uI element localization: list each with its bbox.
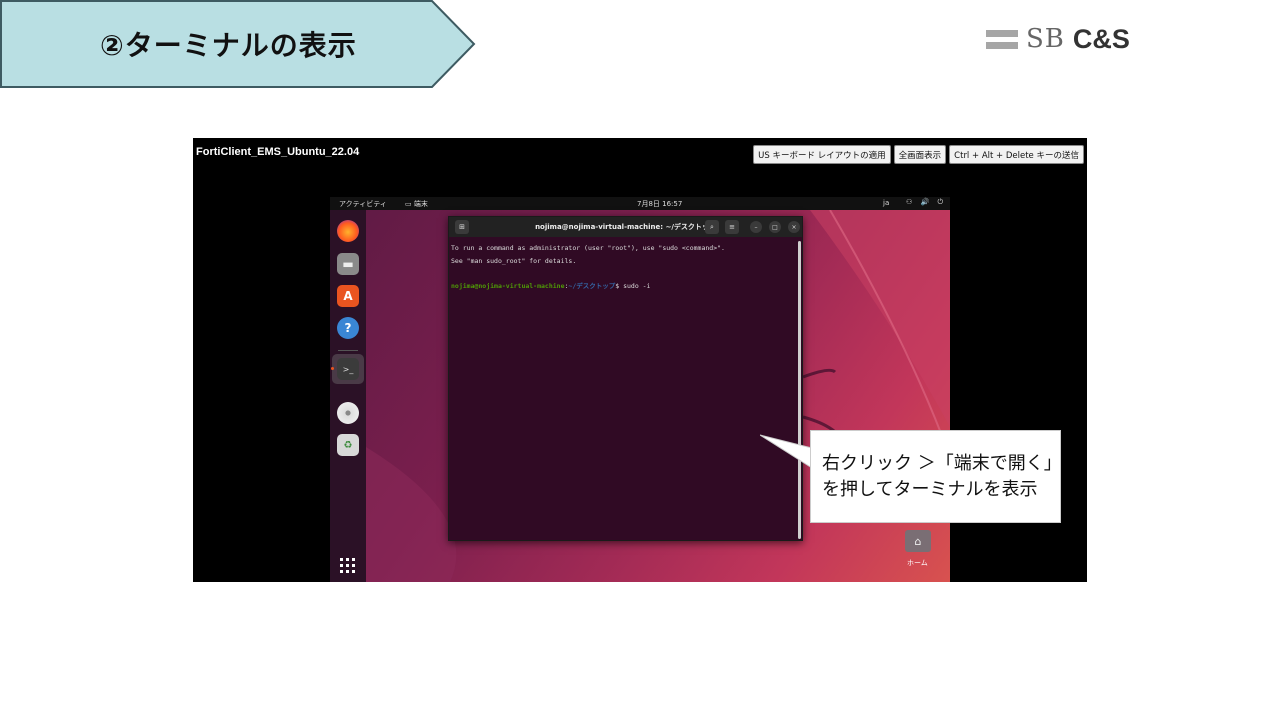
terminal-window[interactable]: ⊞ nojima@nojima-virtual-machine: ~/デスクトッ… bbox=[448, 216, 803, 541]
input-language[interactable]: ja bbox=[883, 199, 889, 207]
files-icon[interactable]: ▬ bbox=[337, 253, 359, 275]
terminal-app-label: 端末 bbox=[413, 200, 428, 208]
fullscreen-button[interactable]: 全画面表示 bbox=[893, 145, 947, 164]
terminal-prompt-line: nojima@nojima-virtual-machine:~/デスクトップ$ … bbox=[451, 280, 725, 293]
callout-line-1: 右クリック ＞「端末で開く」 bbox=[822, 453, 1062, 474]
terminal-line-1: To run a command as administrator (user … bbox=[451, 244, 725, 252]
maximize-icon[interactable]: □ bbox=[769, 221, 781, 233]
show-apps-icon[interactable] bbox=[340, 558, 355, 573]
prompt-command: $ sudo -i bbox=[615, 281, 651, 290]
ubuntu-dock: ▬ A ? >_ ♻ bbox=[330, 210, 366, 582]
search-icon[interactable]: ⌕ bbox=[705, 220, 719, 234]
help-icon[interactable]: ? bbox=[337, 317, 359, 339]
remote-title: FortiClient_EMS_Ubuntu_22.04 bbox=[196, 146, 360, 158]
logo-bars-icon bbox=[986, 29, 1018, 49]
sbcs-logo: SB C&S bbox=[986, 24, 1130, 54]
close-icon[interactable]: × bbox=[788, 221, 800, 233]
home-folder-icon[interactable]: ⌂ bbox=[905, 530, 931, 552]
ubuntu-desktop: アクティビティ ▭ 端末 7月8日 16:57 ja ⚇ 🔊 ⏻ ▬ A ? >… bbox=[330, 197, 950, 582]
slide: ②ターミナルの表示 SB C&S FortiClient_EMS_Ubuntu_… bbox=[0, 0, 1280, 720]
minimize-icon[interactable]: – bbox=[750, 221, 762, 233]
ubuntu-topbar: アクティビティ ▭ 端末 7月8日 16:57 ja ⚇ 🔊 ⏻ bbox=[330, 197, 950, 210]
callout-box: 右クリック ＞「端末で開く」 を押してターミナルを表示 bbox=[810, 430, 1062, 523]
trash-icon[interactable]: ♻ bbox=[337, 434, 359, 456]
remote-toolbar: US キーボード レイアウトの適用 全画面表示 Ctrl + Alt + Del… bbox=[753, 145, 1084, 164]
dock-separator bbox=[338, 350, 358, 351]
terminal-icon[interactable]: >_ bbox=[337, 358, 359, 380]
running-indicator bbox=[331, 367, 334, 370]
us-keyboard-layout-button[interactable]: US キーボード レイアウトの適用 bbox=[753, 145, 891, 164]
terminal-headerbar[interactable]: ⊞ nojima@nojima-virtual-machine: ~/デスクトッ… bbox=[449, 217, 802, 237]
send-ctrl-alt-delete-button[interactable]: Ctrl + Alt + Delete キーの送信 bbox=[949, 145, 1084, 164]
title-banner: ②ターミナルの表示 bbox=[0, 0, 476, 88]
page-title: ②ターミナルの表示 bbox=[100, 29, 357, 62]
prompt-user: nojima@nojima-virtual-machine bbox=[451, 281, 565, 290]
terminal-output[interactable]: To run a command as administrator (user … bbox=[451, 242, 725, 292]
firefox-icon[interactable] bbox=[337, 220, 359, 242]
clock[interactable]: 7月8日 16:57 bbox=[637, 199, 682, 209]
home-folder-label: ホーム bbox=[907, 559, 928, 567]
system-tray-icons[interactable]: ⚇ 🔊 ⏻ bbox=[906, 198, 946, 207]
terminal-line-2: See "man sudo_root" for details. bbox=[451, 256, 577, 265]
terminal-app-menu[interactable]: ▭ 端末 bbox=[405, 199, 428, 209]
disc-icon[interactable] bbox=[337, 402, 359, 424]
callout-line-2: を押してターミナルを表示 bbox=[822, 479, 1038, 500]
activities-button[interactable]: アクティビティ bbox=[339, 199, 387, 209]
logo-cs: C&S bbox=[1072, 23, 1130, 54]
prompt-path: ~/デスクトップ bbox=[568, 281, 616, 290]
logo-sb: SB bbox=[1026, 24, 1065, 54]
software-center-icon[interactable]: A bbox=[337, 285, 359, 307]
terminal-scrollbar[interactable] bbox=[798, 241, 801, 539]
menu-icon[interactable]: ≡ bbox=[725, 220, 739, 234]
